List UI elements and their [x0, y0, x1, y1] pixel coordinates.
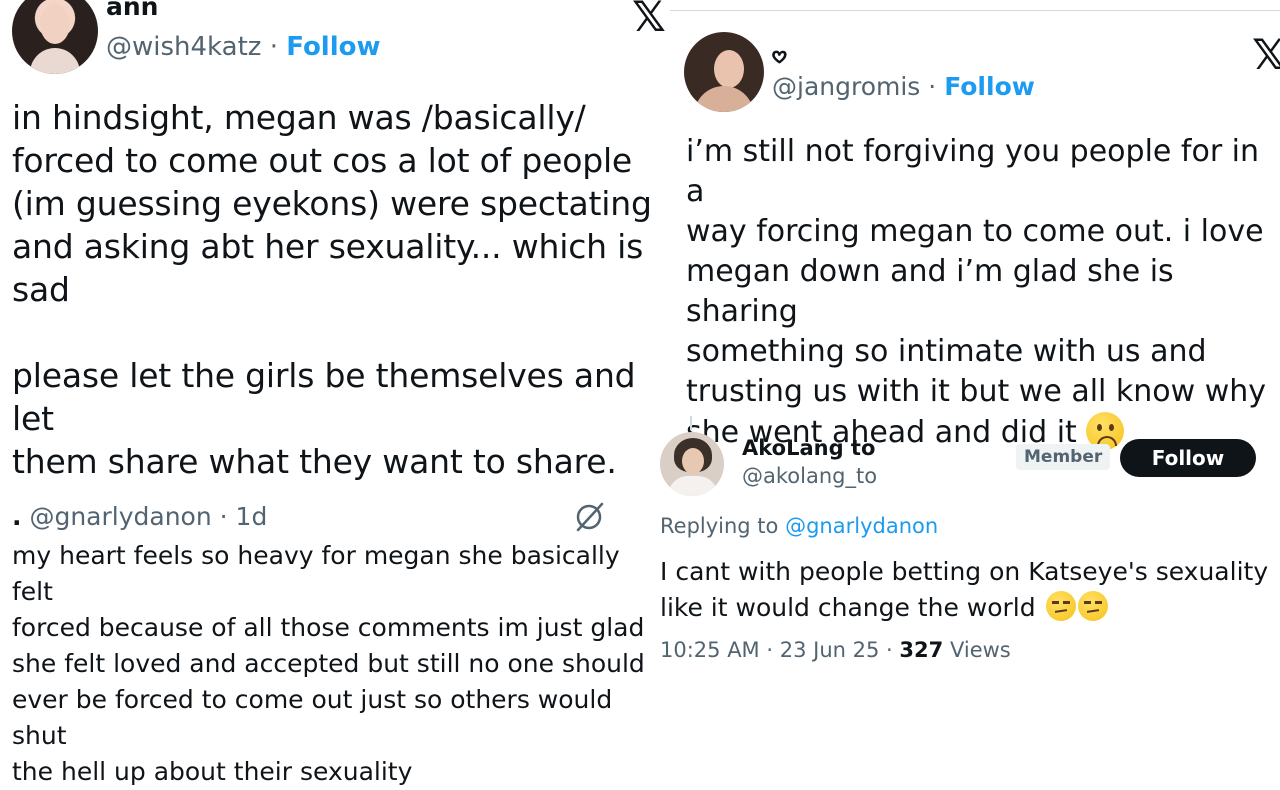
quoted-line: forced because of all those comments im … [12, 613, 645, 642]
x-logo-icon: 𝕏 [1252, 30, 1280, 79]
author-name[interactable]: 𖹭 [772, 40, 787, 70]
author-handle-row: @wish4katz · Follow [106, 32, 381, 62]
reply-author-handle[interactable]: @akolang_to [742, 464, 877, 488]
author-handle[interactable]: @wish4katz [106, 32, 261, 62]
avatar-ann[interactable] [12, 0, 98, 74]
tweet-line: something so intimate with us and [686, 334, 1207, 369]
avatar-akolang[interactable] [660, 432, 724, 496]
tweet-line: please let the girls be themselves and l… [12, 356, 636, 438]
separator-dot: · [219, 502, 228, 531]
unamused-face-emoji [1077, 591, 1108, 621]
quoted-handle[interactable]: @gnarlydanon [29, 502, 211, 531]
reply-body: I cant with people betting on Katseye's … [660, 554, 1280, 626]
tweet-line: and asking abt her sexuality... which is [12, 227, 644, 266]
views-label: Views [949, 638, 1011, 662]
follow-link[interactable]: Follow [286, 32, 380, 62]
tweet-line: i’m still not forgiving you people for i… [686, 134, 1260, 209]
reply-line: I cant with people betting on Katseye's … [660, 557, 1269, 586]
separator-dot: · [766, 638, 774, 662]
quoted-line: my heart feels so heavy for megan she ba… [12, 541, 620, 606]
author-handle[interactable]: @jangromis [772, 72, 920, 101]
tweet-line: way forcing megan to come out. i love [686, 214, 1264, 249]
separator-dot: · [928, 72, 937, 101]
reply-line: like it would change the world [660, 593, 1036, 622]
author-name[interactable]: ann [106, 0, 158, 21]
quoted-line: the hell up about their sexuality [12, 757, 413, 786]
replying-to: Replying to @gnarlydanon [660, 514, 938, 538]
tweet-line: megan down and i’m glad she is sharing [686, 254, 1174, 329]
follow-link[interactable]: Follow [944, 72, 1035, 101]
tweet-line: (im guessing eyekons) were spectating [12, 184, 652, 223]
author-handle-row: @jangromis · Follow [772, 72, 1035, 101]
quoted-prefix: . [12, 502, 22, 531]
unamused-face-emoji [1045, 591, 1076, 621]
divider [670, 10, 1280, 11]
separator-dot: · [269, 32, 278, 62]
separator-dot: · [886, 638, 893, 662]
quoted-line: ever be forced to come out just so other… [12, 685, 613, 750]
quoted-header: . @gnarlydanon · 1d [12, 502, 267, 531]
views-count: 327 [899, 638, 944, 662]
quoted-time[interactable]: 1d [236, 502, 268, 531]
quoted-line: she felt loved and accepted but still no… [12, 649, 645, 678]
reply-date[interactable]: 23 Jun 25 [780, 638, 880, 662]
member-badge: Member [1016, 444, 1111, 470]
tweet-line: sad [12, 270, 70, 309]
replying-handle-link[interactable]: @gnarlydanon [785, 514, 938, 538]
tweet-line: trusting us with it but we all know why [686, 374, 1267, 409]
quoted-body: my heart feels so heavy for megan she ba… [12, 538, 652, 790]
avatar-jangromis[interactable] [684, 32, 764, 112]
follow-button[interactable]: Follow [1120, 439, 1256, 477]
replying-prefix: Replying to [660, 514, 779, 538]
thread-line [690, 416, 692, 430]
reply-time[interactable]: 10:25 AM [660, 638, 760, 662]
reply-meta: 10:25 AM · 23 Jun 25 · 327 Views [660, 638, 1011, 662]
tweet-body: i’m still not forgiving you people for i… [686, 132, 1280, 453]
tweet-line: them share what they want to share. [12, 442, 617, 481]
tweet-body: in hindsight, megan was /basically/ forc… [12, 96, 662, 483]
tweet-line: in hindsight, megan was /basically/ [12, 98, 586, 137]
reply-author-name[interactable]: AkoLang to [742, 436, 875, 460]
spiral-icon[interactable] [572, 500, 606, 534]
x-logo-icon: 𝕏 [632, 0, 666, 41]
tweet-line: forced to come out cos a lot of people [12, 141, 633, 180]
